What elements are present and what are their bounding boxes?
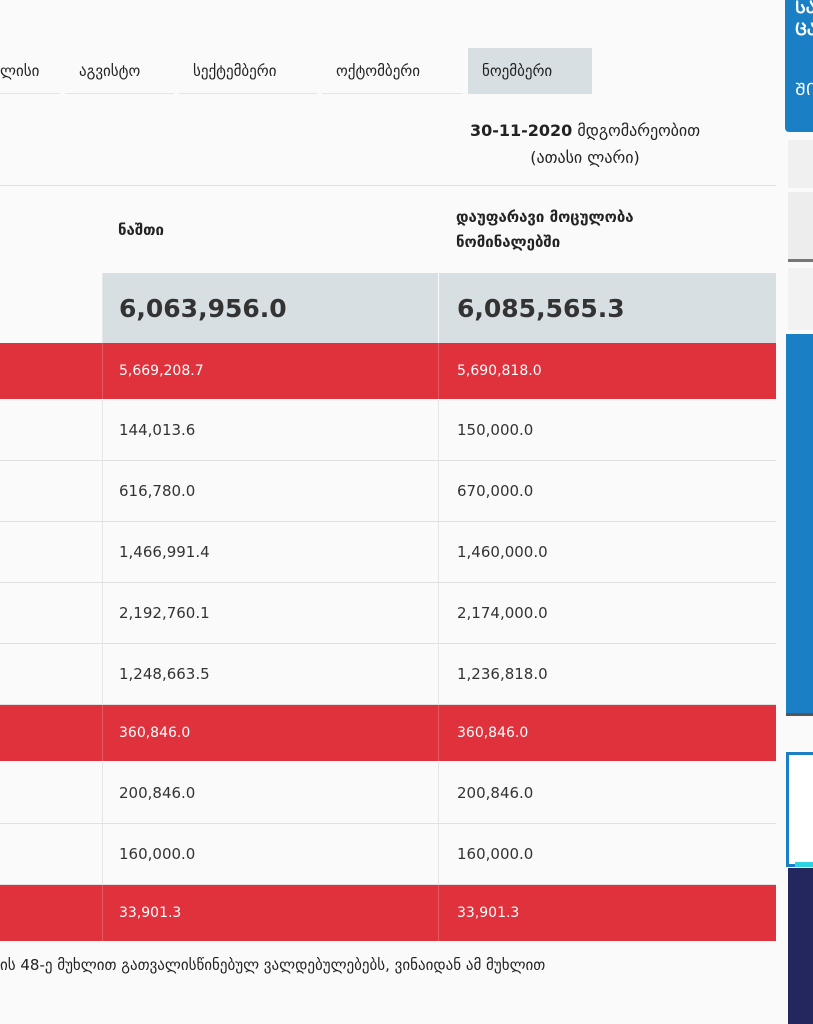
- balance-cell: 160,000.0: [102, 824, 438, 884]
- table-row: 616,780.0 670,000.0: [0, 461, 776, 522]
- nominal-cell: 150,000.0: [438, 400, 776, 460]
- sidebar-banner-line2: ᲪᲐ: [795, 20, 813, 40]
- tab-label: ლისი: [0, 61, 40, 80]
- total-row: 6,063,956.0 6,085,565.3: [0, 273, 776, 343]
- date-suffix: მდგომარეობით: [577, 121, 701, 140]
- sidebar-banner-line1: ᲡᲐ: [795, 0, 813, 18]
- nominal-cell: 33,901.3: [438, 885, 776, 941]
- tab-august[interactable]: აგვისტო: [65, 48, 174, 94]
- sidebar-card[interactable]: [786, 752, 813, 867]
- tab-label: ნოემბერი: [482, 62, 553, 80]
- divider: [0, 185, 776, 186]
- sidebar-item[interactable]: [788, 268, 813, 330]
- balance-cell: 360,846.0: [102, 705, 438, 761]
- column-header-nominal: დაუფარავი მოცულობა ნომინალებში: [456, 205, 756, 255]
- balance-cell: 144,013.6: [102, 400, 438, 460]
- date-value: 30-11-2020: [469, 121, 573, 140]
- table-row: 200,846.0 200,846.0: [0, 762, 776, 824]
- column-header-nominal-line1: დაუფარავი მოცულობა: [456, 208, 634, 226]
- nominal-cell: 160,000.0: [438, 824, 776, 884]
- tab-label: სექტემბერი: [193, 61, 277, 80]
- table-row: 5,669,208.7 5,690,818.0: [0, 343, 776, 400]
- balance-cell: 1,466,991.4: [102, 522, 438, 582]
- sidebar-blue-panel[interactable]: [786, 334, 813, 716]
- nominal-cell: 1,460,000.0: [438, 522, 776, 582]
- nominal-cell: 2,174,000.0: [438, 583, 776, 643]
- balance-cell: 33,901.3: [102, 885, 438, 941]
- tab-october[interactable]: ოქტომბერი: [322, 48, 463, 94]
- nominal-cell: 360,846.0: [438, 705, 776, 761]
- table-row: 33,901.3 33,901.3: [0, 885, 776, 942]
- balance-cell: 200,846.0: [102, 762, 438, 823]
- unit-label: (ათასი ლარი): [530, 148, 640, 167]
- sidebar-navy-panel[interactable]: [788, 868, 813, 1024]
- table-row: 160,000.0 160,000.0: [0, 824, 776, 885]
- nominal-cell: 670,000.0: [438, 461, 776, 521]
- report-date: 30-11-2020 მდგომარეობით (ათასი ლარი): [425, 117, 745, 171]
- table-row: 1,466,991.4 1,460,000.0: [0, 522, 776, 583]
- balance-cell: 1,248,663.5: [102, 644, 438, 704]
- total-nominal: 6,085,565.3: [438, 273, 776, 343]
- nominal-cell: 5,690,818.0: [438, 343, 776, 399]
- sidebar-item[interactable]: [788, 140, 813, 188]
- total-balance: 6,063,956.0: [102, 273, 438, 343]
- nominal-cell: 1,236,818.0: [438, 644, 776, 704]
- column-header-balance: ნაშთი: [118, 221, 164, 239]
- balance-cell: 5,669,208.7: [102, 343, 438, 399]
- month-tabs: ლისი აგვისტო სექტემბერი ოქტომბერი ნოემბე…: [0, 48, 597, 94]
- tab-label: აგვისტო: [79, 61, 141, 80]
- tab-november[interactable]: ნოემბერი: [468, 48, 592, 94]
- table-row: 2,192,760.1 2,174,000.0: [0, 583, 776, 644]
- sidebar-banner[interactable]: ᲡᲐ ᲪᲐ ᲨᲘ: [785, 0, 813, 132]
- tab-september[interactable]: სექტემბერი: [179, 48, 317, 94]
- column-header-nominal-line2: ნომინალებში: [456, 233, 561, 251]
- table-row: 144,013.6 150,000.0: [0, 400, 776, 461]
- nominal-cell: 200,846.0: [438, 762, 776, 823]
- balance-cell: 2,192,760.1: [102, 583, 438, 643]
- sidebar-accent-line: [795, 862, 813, 867]
- sidebar-banner-line3: ᲨᲘ: [795, 80, 813, 100]
- tab-label: ოქტომბერი: [336, 61, 421, 80]
- balance-cell: 616,780.0: [102, 461, 438, 521]
- table-row: 360,846.0 360,846.0: [0, 705, 776, 762]
- sidebar-item[interactable]: [788, 192, 813, 262]
- table-row: 1,248,663.5 1,236,818.0: [0, 644, 776, 705]
- tab-july[interactable]: ლისი: [0, 48, 60, 94]
- footnote-text: ის 48-ე მუხლით გათვალისწინებულ ვალდებულე…: [0, 956, 546, 974]
